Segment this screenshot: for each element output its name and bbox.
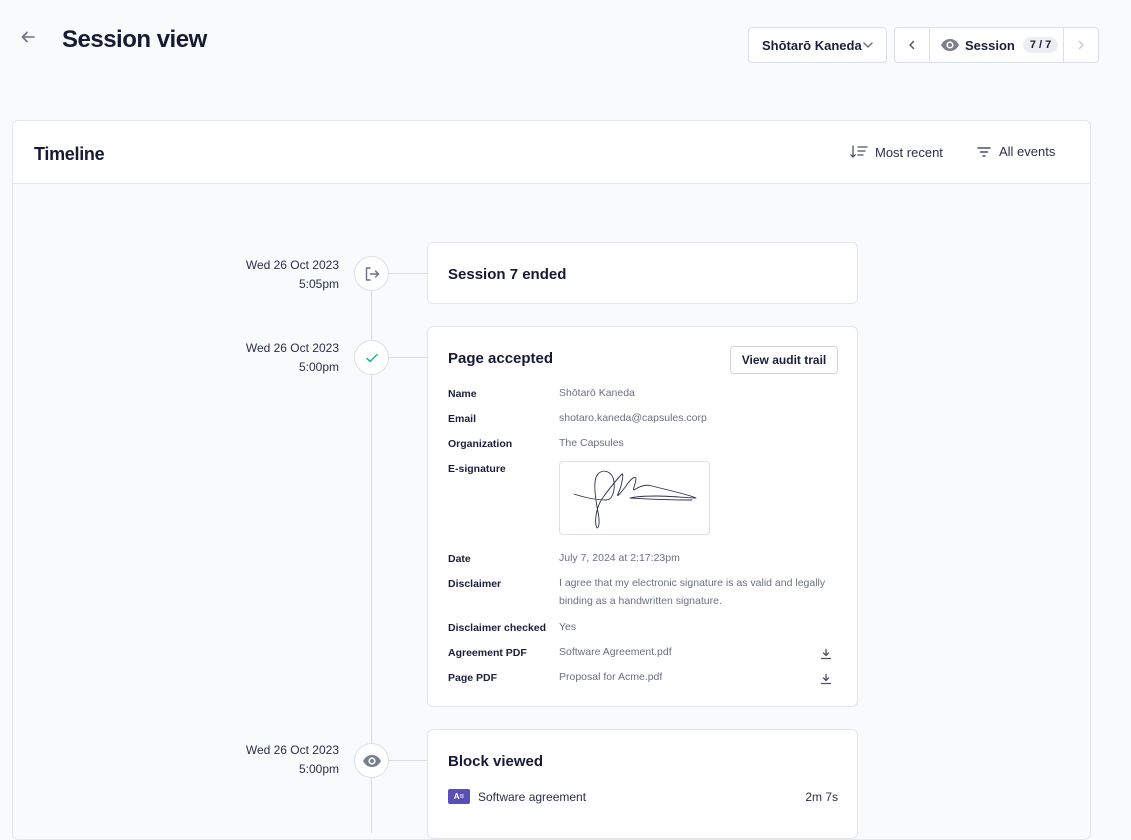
timeline-connector (389, 357, 427, 358)
field-value-date: July 7, 2024 at 2:17:23pm (559, 552, 680, 564)
previous-session-button[interactable] (895, 28, 930, 62)
event-time: 5:05pm (298, 277, 339, 291)
event-node (354, 256, 389, 291)
event-node (354, 340, 389, 375)
field-label-disclaimer-checked: Disclaimer checked (448, 622, 547, 634)
logout-icon (365, 266, 379, 281)
chevron-right-icon (1078, 40, 1084, 50)
eye-icon (941, 39, 959, 51)
field-label-disclaimer: Disclaimer (448, 578, 502, 590)
event-date: Wed 26 Oct 2023 (245, 341, 339, 355)
field-label-organization: Organization (448, 438, 513, 450)
event-timestamp: Wed 26 Oct 2023 5:00pm (139, 741, 339, 779)
timeline-header: Timeline Most recent All events (13, 121, 1090, 184)
filter-button[interactable]: All events (976, 144, 1055, 159)
field-value-name: Shōtarō Kaneda (559, 387, 635, 399)
event-title: Session 7 ended (448, 266, 567, 283)
viewed-block-row: A= Software agreement 2m 7s (448, 789, 838, 804)
field-label-name: Name (448, 388, 477, 400)
download-icon[interactable] (820, 673, 832, 685)
field-value-organization: The Capsules (559, 437, 624, 449)
signature-image (559, 461, 710, 535)
field-value-page-pdf: Proposal for Acme.pdf (559, 671, 663, 683)
event-date: Wed 26 Oct 2023 (245, 743, 339, 757)
field-label-date: Date (448, 553, 471, 565)
session-count-badge: 7 / 7 (1022, 37, 1059, 53)
back-arrow-icon[interactable] (20, 28, 40, 50)
event-node (354, 743, 389, 778)
sort-descending-icon (850, 145, 868, 158)
view-duration: 2m 7s (805, 789, 838, 804)
view-audit-trail-button[interactable]: View audit trail (730, 346, 838, 374)
event-title: Block viewed (448, 753, 544, 770)
eye-icon (362, 754, 381, 767)
event-time: 5:00pm (298, 360, 339, 374)
field-label-agreement-pdf: Agreement PDF (448, 647, 527, 659)
page-title: Session view (62, 26, 207, 53)
timeline-connector (389, 760, 427, 761)
user-select[interactable]: Shōtarō Kaneda (748, 27, 887, 63)
event-timestamp: Wed 26 Oct 2023 5:00pm (139, 339, 339, 377)
user-select-label: Shōtarō Kaneda (762, 37, 862, 53)
handwritten-signature (573, 470, 697, 529)
event-card-page-accepted: Page accepted View audit trail Name Shōt… (427, 326, 858, 707)
chevron-down-icon (863, 42, 873, 48)
field-label-esignature: E-signature (448, 463, 506, 475)
field-value-email: shotaro.kaneda@capsules.corp (559, 412, 707, 424)
event-timestamp: Wed 26 Oct 2023 5:05pm (139, 256, 339, 294)
event-title: Page accepted (448, 350, 554, 367)
event-card-session-ended: Session 7 ended (427, 242, 858, 304)
sort-label: Most recent (875, 144, 943, 160)
session-navigator: Session 7 / 7 (894, 27, 1099, 63)
timeline-title: Timeline (34, 144, 105, 164)
check-icon (365, 353, 378, 362)
top-bar: Session view Shōtarō Kaneda Session 7 / … (0, 0, 1131, 90)
filter-icon (977, 146, 991, 157)
field-label-email: Email (448, 413, 477, 425)
sort-button[interactable]: Most recent (850, 144, 943, 160)
session-label: Session (965, 37, 1015, 53)
session-indicator: Session 7 / 7 (930, 28, 1063, 62)
field-value-disclaimer-checked: Yes (559, 621, 577, 633)
event-card-block-viewed: Block viewed A= Software agreement 2m 7s (427, 729, 858, 839)
download-icon[interactable] (820, 648, 832, 660)
timeline-connector (389, 273, 427, 274)
chevron-left-icon (909, 40, 915, 50)
text-block-icon: A= (448, 789, 470, 804)
event-time: 5:00pm (298, 762, 339, 776)
block-name: Software agreement (478, 789, 587, 804)
field-value-disclaimer: I agree that my electronic signature is … (559, 577, 826, 607)
event-date: Wed 26 Oct 2023 (245, 258, 339, 272)
filter-label: All events (999, 144, 1056, 159)
field-value-agreement-pdf: Software Agreement.pdf (559, 646, 672, 658)
field-label-page-pdf: Page PDF (448, 672, 498, 684)
next-session-button[interactable] (1063, 28, 1098, 62)
